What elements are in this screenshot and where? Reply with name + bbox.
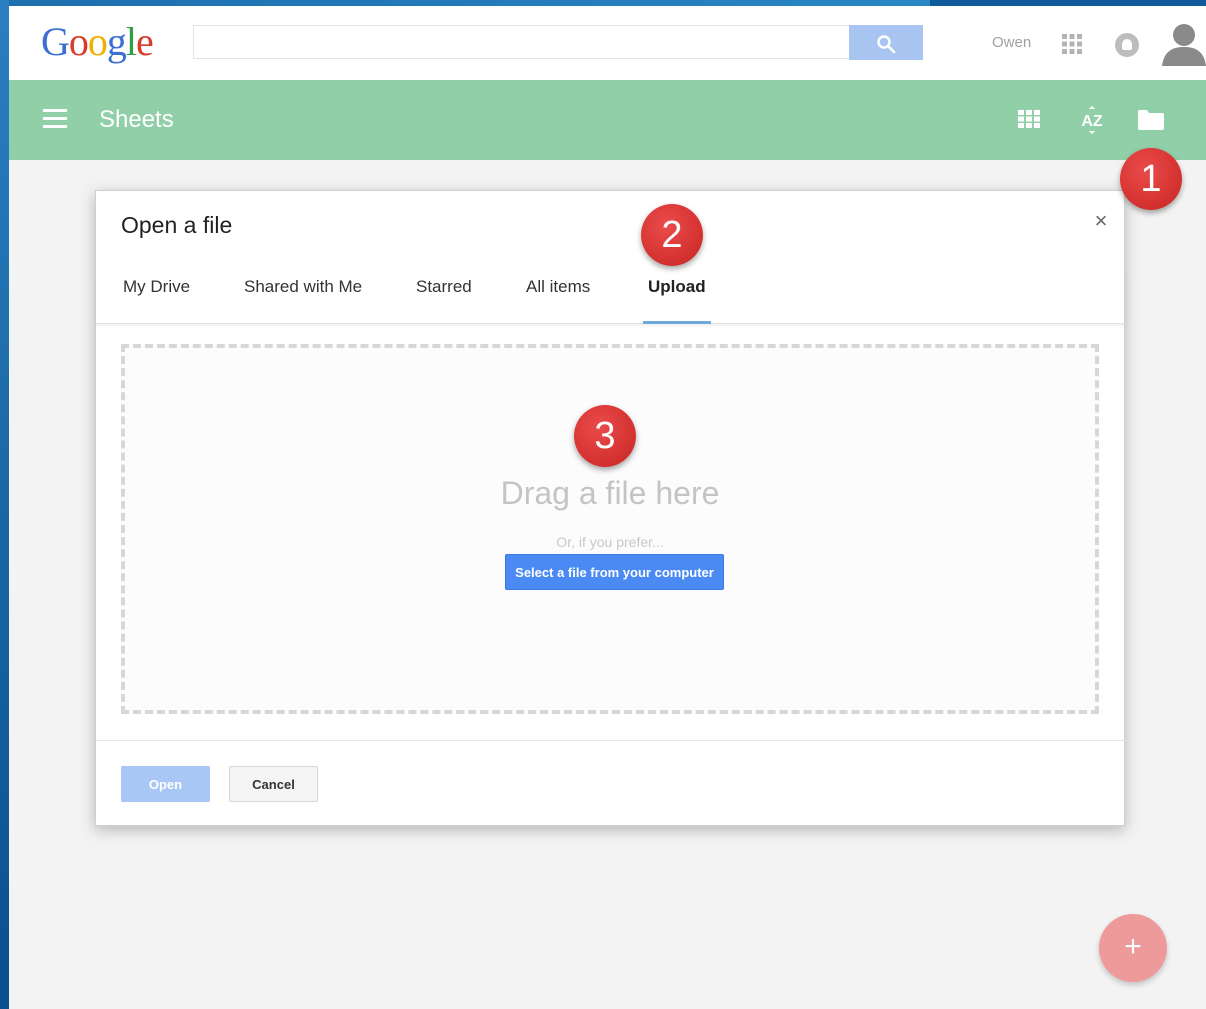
logo-letter: e	[136, 19, 154, 64]
tab-label: Upload	[648, 277, 706, 296]
tab-label: Shared with Me	[244, 277, 363, 296]
menu-icon[interactable]	[43, 109, 67, 129]
folder-icon[interactable]	[1138, 110, 1164, 130]
search-button[interactable]	[849, 25, 923, 60]
search-input[interactable]	[193, 25, 849, 59]
app-title: Sheets	[99, 106, 174, 133]
dialog-tabs: My Drive Shared with Me Starred All item…	[96, 275, 1126, 324]
apps-grid-icon[interactable]	[1061, 33, 1083, 55]
step-marker-3: 3	[574, 405, 636, 467]
open-button[interactable]: Open	[121, 766, 210, 802]
avatar-icon[interactable]	[1160, 20, 1206, 68]
google-logo[interactable]: Google	[41, 18, 154, 66]
new-sheet-button[interactable]: +	[1099, 914, 1167, 982]
logo-letter: G	[41, 19, 70, 64]
step-marker-1: 1	[1120, 148, 1182, 210]
user-name[interactable]: Owen	[992, 34, 1031, 51]
tab-label: All items	[526, 277, 591, 296]
tab-label: My Drive	[123, 277, 191, 296]
tab-my-drive[interactable]: My Drive	[123, 275, 190, 323]
grid-view-icon[interactable]	[1018, 110, 1040, 128]
logo-letter: g	[106, 19, 127, 64]
sheets-app: Google Owen Sheets AZ Open a file × My D…	[9, 6, 1206, 1009]
logo-letter: o	[68, 19, 89, 64]
svg-text:AZ: AZ	[1081, 113, 1103, 130]
select-file-button[interactable]: Select a file from your computer	[505, 554, 724, 590]
notification-icon[interactable]	[1115, 33, 1139, 57]
tab-upload[interactable]: Upload	[643, 275, 711, 324]
open-file-dialog: Open a file × My Drive Shared with Me St…	[95, 190, 1126, 826]
sort-az-icon[interactable]: AZ	[1077, 105, 1107, 135]
window-frame-left	[0, 0, 9, 1009]
close-icon[interactable]: ×	[1091, 210, 1111, 232]
tab-starred[interactable]: Starred	[416, 275, 472, 323]
drop-subtext: Or, if you prefer...	[556, 534, 664, 550]
tab-label: Starred	[416, 277, 472, 296]
dialog-title: Open a file	[121, 212, 233, 238]
tab-all-items[interactable]: All items	[526, 275, 590, 323]
cancel-button[interactable]: Cancel	[229, 766, 318, 802]
sheets-app-bar: Sheets AZ	[9, 80, 1206, 160]
search-icon	[877, 35, 896, 54]
drop-heading: Drag a file here	[500, 475, 720, 511]
google-top-bar: Google Owen	[9, 6, 1206, 80]
logo-letter: o	[87, 19, 108, 64]
tab-shared-with-me[interactable]: Shared with Me	[244, 275, 362, 323]
logo-letter: l	[125, 19, 137, 64]
step-marker-2: 2	[641, 204, 703, 266]
plus-icon: +	[1124, 930, 1142, 963]
file-drop-zone[interactable]: Drag a file here Or, if you prefer... Se…	[121, 344, 1099, 714]
dialog-footer-divider	[96, 740, 1126, 741]
